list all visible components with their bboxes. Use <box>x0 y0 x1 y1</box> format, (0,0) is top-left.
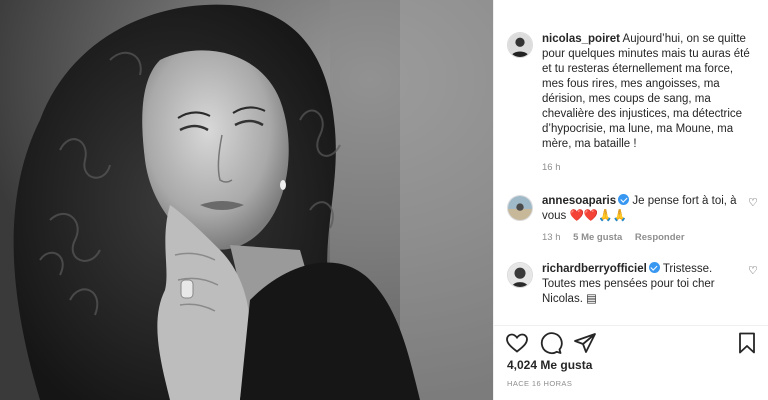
reply-button[interactable]: Responder <box>635 232 685 243</box>
share-icon[interactable] <box>573 331 597 355</box>
comments-list: nicolas_poiret Aujourd’hui, on se quitte… <box>494 0 768 322</box>
comment-like-heart-icon[interactable]: ♡ <box>748 198 758 209</box>
comment-meta: 13 h 5 Me gusta Responder <box>542 232 685 243</box>
comment-icon[interactable] <box>539 331 563 355</box>
post-side-panel: nicolas_poiret Aujourd’hui, on se quitte… <box>493 0 768 400</box>
verified-badge-icon <box>648 262 660 273</box>
comment-body: richardberryofficiel Tristesse. Toutes m… <box>542 262 742 307</box>
comment-time[interactable]: 13 h <box>542 232 561 243</box>
comment-username[interactable]: annesoaparis <box>542 195 616 207</box>
commenter-avatar[interactable] <box>507 195 533 221</box>
comment-username[interactable]: richardberryofficiel <box>542 263 647 275</box>
avatar-photo-icon <box>508 33 532 57</box>
author-username[interactable]: nicolas_poiret <box>542 33 620 45</box>
heart-icon[interactable] <box>505 331 529 355</box>
commenter-avatar[interactable] <box>507 262 533 288</box>
likes-count[interactable]: 4,024 Me gusta <box>507 358 592 372</box>
post-photo[interactable] <box>0 0 493 400</box>
post-time[interactable]: HACE 16 HORAS <box>507 379 572 388</box>
verified-badge-icon <box>618 194 630 205</box>
caption-text: Aujourd’hui, on se quitte pour quelques … <box>542 33 750 150</box>
author-avatar[interactable] <box>507 32 533 58</box>
bookmark-icon[interactable] <box>735 331 759 355</box>
comment-like-heart-icon[interactable]: ♡ <box>748 266 758 277</box>
avatar-photo-icon <box>508 263 532 287</box>
comment-body: annesoaparis Je pense fort à toi, à vous… <box>542 194 742 224</box>
caption: nicolas_poiret Aujourd’hui, on se quitte… <box>542 32 758 152</box>
caption-time[interactable]: 16 h <box>542 162 561 173</box>
comment-likes[interactable]: 5 Me gusta <box>573 232 622 243</box>
avatar-photo-icon <box>508 196 532 220</box>
portrait-image <box>0 0 493 400</box>
caption-meta: 16 h <box>542 162 561 173</box>
